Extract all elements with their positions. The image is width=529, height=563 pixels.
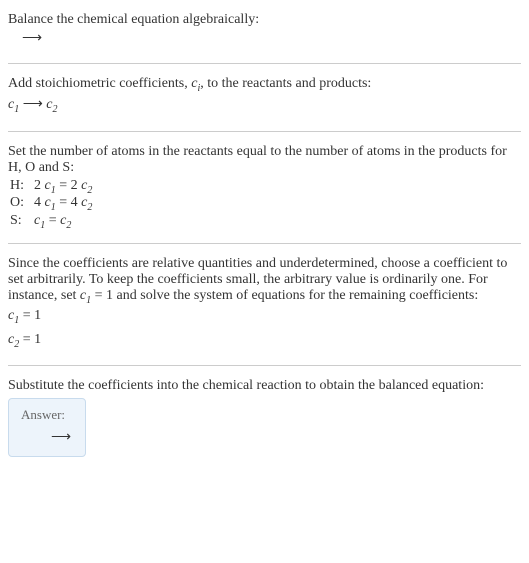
balance-arrow: ⟶: [8, 28, 521, 51]
atom-label: O:: [8, 195, 34, 211]
section-balance: Balance the chemical equation algebraica…: [8, 4, 521, 59]
solve-title: Since the coefficients are relative quan…: [8, 256, 521, 306]
atoms-title: Set the number of atoms in the reactants…: [8, 144, 521, 176]
stoich-title-part1: Add stoichiometric coefficients,: [8, 76, 191, 91]
solve-line2: c2 = 1: [8, 330, 521, 354]
lhs-coef: 4: [34, 195, 45, 210]
atom-expr: 2 c1 = 2 c2: [34, 178, 92, 196]
atom-label: S:: [8, 213, 34, 229]
atom-expr: c1 = c2: [34, 213, 71, 231]
solve-line1-rest: = 1: [19, 308, 41, 323]
rhs-sub: 2: [87, 184, 92, 195]
section-substitute: Substitute the coefficients into the che…: [8, 370, 521, 465]
solve-line1: c1 = 1: [8, 306, 521, 330]
eq-sign: =: [45, 213, 60, 228]
rhs-sub: 2: [87, 202, 92, 213]
stoich-arrow: ⟶: [19, 97, 46, 112]
section-stoich: Add stoichiometric coefficients, ci, to …: [8, 68, 521, 127]
divider: [8, 131, 521, 132]
rhs-coef: 4: [71, 195, 82, 210]
divider: [8, 63, 521, 64]
divider: [8, 243, 521, 244]
stoich-expression: c1 ⟶ c2: [8, 94, 521, 119]
atoms-equations: H: 2 c1 = 2 c2 O: 4 c1 = 4 c2 S: c1 = c2: [8, 178, 521, 231]
stoich-title-part2: , to the reactants and products:: [200, 76, 371, 91]
atom-row: O: 4 c1 = 4 c2: [8, 195, 521, 213]
substitute-title: Substitute the coefficients into the che…: [8, 378, 521, 394]
section-atoms: Set the number of atoms in the reactants…: [8, 136, 521, 239]
lhs-coef: 2: [34, 178, 45, 193]
atom-row: H: 2 c1 = 2 c2: [8, 178, 521, 196]
stoich-title: Add stoichiometric coefficients, ci, to …: [8, 76, 521, 94]
divider: [8, 365, 521, 366]
atom-row: S: c1 = c2: [8, 213, 521, 231]
rhs-sub: 2: [66, 220, 71, 231]
eq-sign: =: [56, 178, 71, 193]
balance-title: Balance the chemical equation algebraica…: [8, 12, 521, 28]
stoich-c2-sub: 2: [53, 104, 58, 115]
atom-expr: 4 c1 = 4 c2: [34, 195, 92, 213]
solve-title-part2: = 1 and solve the system of equations fo…: [91, 288, 478, 303]
atom-label: H:: [8, 178, 34, 194]
rhs-coef: 2: [71, 178, 82, 193]
answer-box: Answer: ⟶: [8, 398, 86, 457]
answer-label: Answer:: [21, 407, 73, 423]
solve-line2-rest: = 1: [19, 332, 41, 347]
section-solve: Since the coefficients are relative quan…: [8, 248, 521, 361]
answer-arrow: ⟶: [21, 429, 73, 446]
eq-sign: =: [56, 195, 71, 210]
